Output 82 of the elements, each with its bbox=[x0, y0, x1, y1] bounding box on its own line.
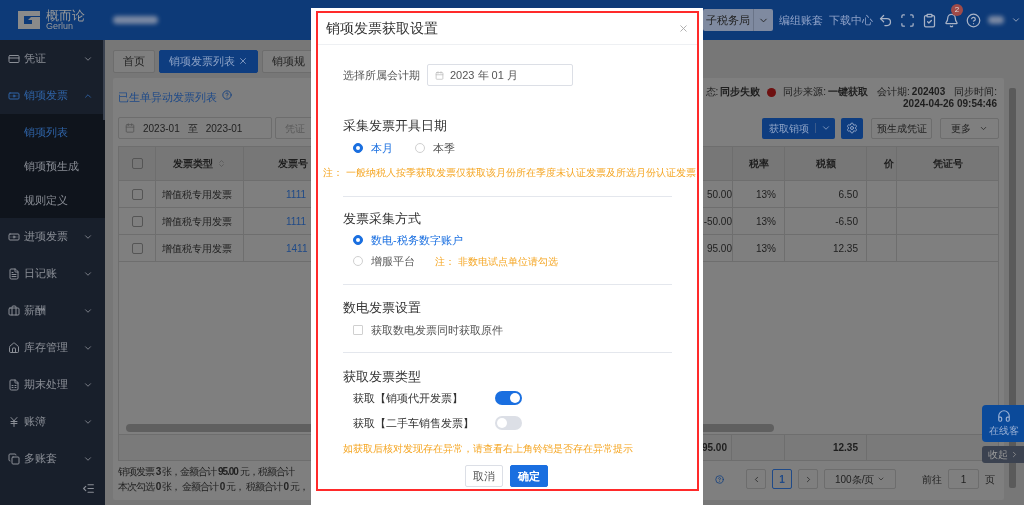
table-cell-text: 13% bbox=[756, 241, 776, 256]
summary-text: 销项发票 3 张，金额合计 95.00 元，税额合计 bbox=[118, 465, 296, 479]
column-header: 价 bbox=[884, 157, 894, 171]
sidebar-item[interactable]: 销项发票 bbox=[0, 77, 105, 114]
warning-text: 如获取后核对发现存在异常，请查看右上角铃铛是否存在异常提示 bbox=[343, 442, 634, 456]
table-cell-text: -6.50 bbox=[835, 214, 858, 229]
confirm-button[interactable]: 确定 bbox=[510, 465, 548, 487]
column-header: 凭证号 bbox=[932, 157, 963, 171]
sidebar-item[interactable]: 账簿 bbox=[0, 403, 105, 440]
column-header: 发票类型 bbox=[173, 157, 213, 171]
period-label: 选择所属会计期 bbox=[343, 67, 421, 83]
submenu-item[interactable]: 规则定义 bbox=[0, 183, 105, 217]
summary-tax: 12.35 bbox=[832, 441, 858, 455]
fetch-button[interactable]: 获取销项 bbox=[762, 117, 835, 139]
table-cell-text: 增值税专用发票 bbox=[162, 241, 232, 256]
column-header: 发票号 bbox=[278, 157, 308, 171]
list-title: 已生单异动发票列表 bbox=[118, 90, 217, 105]
sidebar-item[interactable]: 日记账 bbox=[0, 255, 105, 292]
tab[interactable]: 首页 bbox=[113, 49, 155, 73]
table-cell-text: 13% bbox=[756, 187, 776, 202]
tab[interactable]: 销项发票列表 bbox=[159, 49, 258, 73]
section-title: 采集发票开具日期 bbox=[343, 118, 448, 134]
radio-label[interactable]: 本季 bbox=[433, 139, 455, 157]
sync-status: 同步失败 bbox=[720, 86, 761, 98]
page-unit: 页 bbox=[985, 472, 995, 487]
collapse-button[interactable]: 收起 bbox=[982, 446, 1024, 463]
dialog-title: 销项发票获取设置 bbox=[326, 19, 439, 38]
header-link[interactable]: 下载中心 bbox=[829, 11, 873, 29]
note-text: 一般纳税人按季获取发票仅获取该月份所在季度未认证发票及所选月份认证发票 bbox=[346, 165, 696, 180]
column-header: 税额 bbox=[815, 157, 836, 171]
sync-status-label: 态: bbox=[705, 86, 719, 98]
sync-time-label: 同步时间: bbox=[954, 86, 997, 98]
table-cell-text: 95.00 bbox=[706, 241, 732, 256]
pregenerate-button[interactable]: 预生成凭证 bbox=[871, 117, 932, 139]
sync-time: 2024-04-26 09:54:46 bbox=[903, 98, 997, 110]
sidebar-item[interactable]: 凭证 bbox=[0, 40, 105, 77]
period-value: 202403 bbox=[911, 86, 946, 98]
sidebar-item[interactable]: 薪酬 bbox=[0, 292, 105, 329]
submenu-item[interactable]: 销项预生成 bbox=[0, 149, 105, 183]
sidebar-item[interactable]: 进项发票 bbox=[0, 218, 105, 255]
column-header: 税率 bbox=[748, 157, 769, 171]
section-title: 数电发票设置 bbox=[343, 300, 422, 316]
sync-source: 一键获取 bbox=[828, 86, 869, 98]
radio-label[interactable]: 本月 bbox=[371, 139, 393, 157]
logo-name: 概而论 bbox=[46, 9, 85, 22]
section-title: 获取发票类型 bbox=[343, 369, 422, 385]
header-link[interactable]: 编组账套 bbox=[779, 11, 823, 29]
table-cell-text: 6.50 bbox=[838, 187, 858, 202]
table-cell-text: 12.35 bbox=[832, 241, 858, 256]
radio-label[interactable]: 增服平台 bbox=[371, 252, 415, 270]
period-label: 会计期: bbox=[877, 86, 910, 98]
table-cell-text: 13% bbox=[756, 214, 776, 229]
sync-source-label: 同步来源: bbox=[783, 86, 827, 98]
table-cell-text: 增值税专用发票 bbox=[162, 214, 232, 229]
logo-subname: Gerlun bbox=[46, 22, 73, 31]
note-label: 注： bbox=[323, 165, 343, 180]
summary-text: 本次勾选 0 张， 金额合计 0 元， 税额合计 0 元， bbox=[118, 480, 308, 494]
note-text: 非数电试点单位请勾选 bbox=[458, 254, 558, 269]
submenu-item[interactable]: 销项列表 bbox=[0, 115, 105, 149]
page-input[interactable]: 1 bbox=[948, 469, 979, 489]
period-field[interactable]: 2023 年 01 月 bbox=[427, 64, 573, 86]
section-title: 发票采集方式 bbox=[343, 211, 422, 227]
bureau-select[interactable]: 子税务局 bbox=[703, 9, 773, 31]
summary-amount: 95.00 bbox=[701, 441, 727, 455]
goto-label: 前往 bbox=[922, 472, 942, 487]
table-cell-text: 50.00 bbox=[706, 187, 732, 202]
radio-label[interactable]: 数电-税务数字账户 bbox=[371, 231, 463, 249]
sidebar-item[interactable]: 多账套 bbox=[0, 440, 105, 477]
switch-label: 获取【二手车销售发票】 bbox=[353, 415, 475, 431]
table-cell-text: 增值税专用发票 bbox=[162, 187, 232, 202]
cancel-button[interactable]: 取消 bbox=[465, 465, 503, 487]
note-label: 注： bbox=[435, 254, 455, 269]
checkbox-label[interactable]: 获取数电发票同时获取原件 bbox=[371, 321, 503, 339]
date-range-field[interactable]: 2023-01 至 2023-01 bbox=[118, 117, 272, 139]
table-cell-text: -50.00 bbox=[703, 214, 732, 229]
support-button[interactable]: 在线客 bbox=[982, 405, 1024, 442]
page-size-select[interactable]: 100条/页 bbox=[824, 469, 896, 489]
sidebar-item[interactable]: 期末处理 bbox=[0, 366, 105, 403]
sidebar-item[interactable]: 库存管理 bbox=[0, 329, 105, 366]
more-button[interactable]: 更多 bbox=[940, 117, 999, 139]
notification-badge: 2 bbox=[951, 3, 963, 16]
switch-label: 获取【销项代开发票】 bbox=[353, 390, 464, 406]
